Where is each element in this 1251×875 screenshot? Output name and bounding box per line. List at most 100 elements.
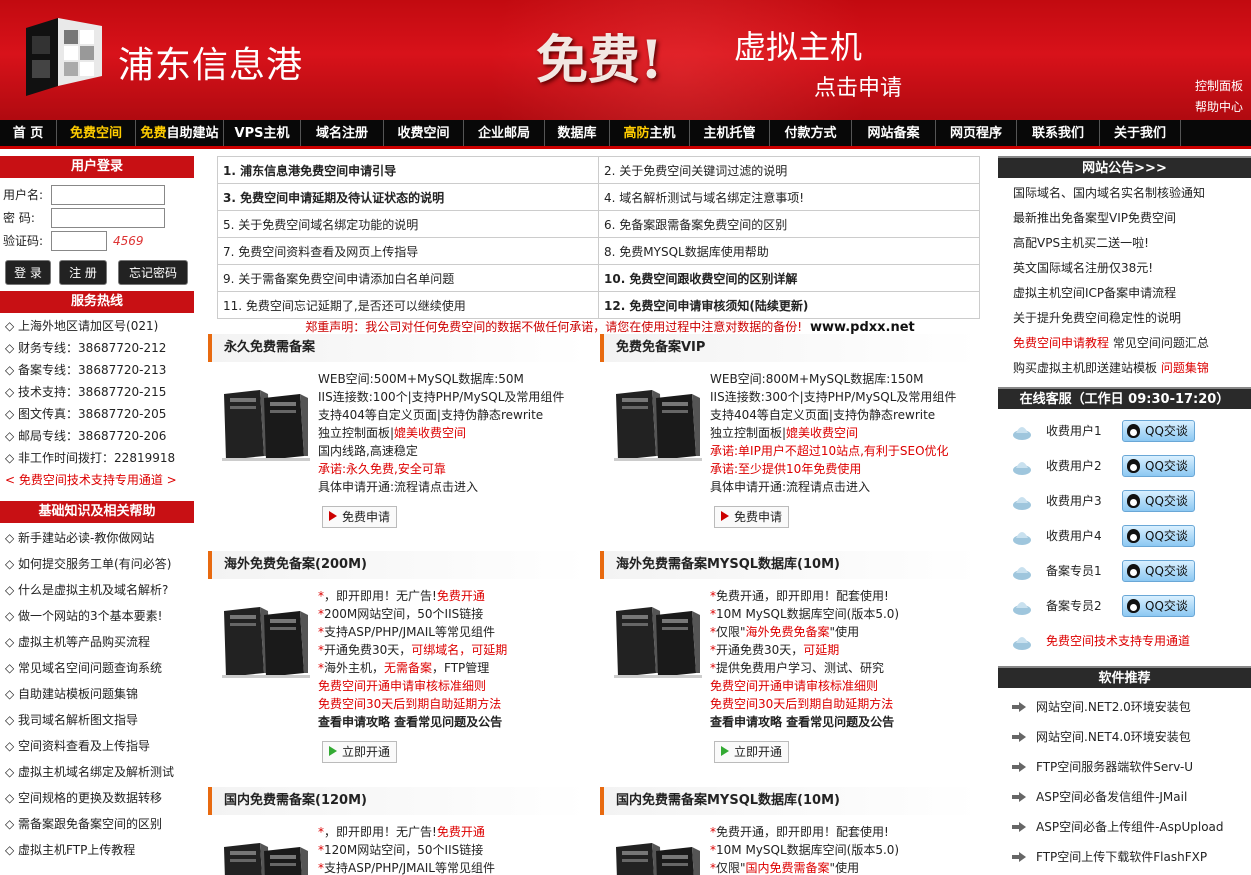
captcha-image[interactable]: 4569 (113, 234, 144, 248)
knowledge-item[interactable]: ◇ 虚拟主机域名绑定及解析测试 (5, 759, 194, 785)
username-input[interactable] (51, 184, 165, 205)
announcement-item[interactable]: 英文国际域名注册仅38元! (1013, 256, 1251, 281)
plan-apply-button[interactable]: 免费申请 (322, 506, 398, 528)
plan-title[interactable]: 海外免费需备案MYSQL数据库(10M) (600, 551, 980, 579)
nav-item[interactable]: 网站备案 (852, 120, 936, 146)
plan-feature: *120M网站空间，50个IIS链接 (318, 841, 588, 859)
promo-apply-link[interactable]: 点击申请 (814, 70, 902, 102)
qq-chat-label: QQ交谈 (1145, 599, 1188, 613)
software-item[interactable]: 网站空间.NET2.0环境安装包 (1012, 692, 1251, 722)
nav-item[interactable]: 数据库 (545, 120, 610, 146)
software-item[interactable]: ASP空间必备发信组件-JMail (1012, 782, 1251, 812)
arrow-right-icon (1012, 792, 1026, 802)
plan-title[interactable]: 免费免备案VIP (600, 334, 980, 362)
software-label: FTP空间上传下载软件FlashFXP (1036, 850, 1208, 864)
software-item[interactable]: ASP空间必备上传组件-AspUpload (1012, 812, 1251, 842)
announcement-title: 网站公告>>> (998, 156, 1251, 178)
service-item: ◇ 非工作时间拨打：22819918 (5, 451, 176, 465)
plan-feature: 承诺:至少提供10年免费使用 (710, 460, 980, 478)
plan-apply-button[interactable]: 立即开通 (714, 741, 790, 763)
tech-support-channel-link[interactable]: < 免费空间技术支持专用通道 > (5, 469, 194, 491)
plan-feature: 免费空间30天后到期自助延期方法 (318, 695, 588, 713)
nav-item[interactable]: 联系我们 (1017, 120, 1100, 146)
qq-chat-button[interactable]: QQ交谈 (1122, 594, 1195, 617)
nav-item[interactable]: VPS主机 (224, 120, 301, 146)
knowledge-item[interactable]: ◇ 如何提交服务工单(有问必答) (5, 551, 194, 577)
software-item[interactable]: 网站空间.NET4.0环境安装包 (1012, 722, 1251, 752)
support-agent-label: 收费用户2 (1046, 459, 1102, 473)
feature-text: 独立控制面板| (710, 426, 787, 440)
register-button[interactable]: 注 册 (59, 260, 107, 285)
login-button[interactable]: 登 录 (5, 260, 51, 285)
plan-title[interactable]: 国内免费需备案(120M) (208, 787, 588, 815)
nav-item[interactable]: 免费空间 (57, 120, 136, 146)
support-channel-row: 免费空间技术支持专用通道 (1012, 623, 1251, 658)
knowledge-item[interactable]: ◇ 空间规格的更换及数据转移 (5, 785, 194, 811)
announcement-item[interactable]: 关于提升免费空间稳定性的说明 (1013, 306, 1251, 331)
feature-text: ，即开即用！无广告! (324, 825, 437, 839)
guide-links[interactable]: 查看申请攻略 查看常见问题及公告 (318, 715, 502, 729)
qq-chat-button[interactable]: QQ交谈 (1122, 524, 1195, 547)
guide-links[interactable]: 查看申请攻略 查看常见问题及公告 (710, 715, 894, 729)
knowledge-item[interactable]: ◇ 新手建站必读-教你做网站 (5, 525, 194, 551)
server-icon (224, 843, 308, 875)
support-agent-icon (1013, 461, 1031, 475)
announcement-item[interactable]: 虚拟主机空间ICP备案申请流程 (1013, 281, 1251, 306)
nav-item[interactable]: 免费自助建站 (136, 120, 224, 146)
software-item[interactable]: FTP空间上传下载软件FlashFXP (1012, 842, 1251, 872)
knowledge-item[interactable]: ◇ 虚拟主机FTP上传教程 (5, 837, 194, 863)
feature-text: 10M MySQL数据库空间(版本5.0) (716, 607, 900, 621)
nav-item-label: VPS主机 (234, 126, 290, 141)
knowledge-item[interactable]: ◇ 需备案跟免备案空间的区别 (5, 811, 194, 837)
qq-chat-button[interactable]: QQ交谈 (1122, 454, 1195, 477)
nav-item[interactable]: 首 页 (0, 120, 57, 146)
knowledge-item[interactable]: ◇ 常见域名空间问题查询系统 (5, 655, 194, 681)
promo-host-text[interactable]: 虚拟主机 (734, 22, 862, 68)
captcha-input[interactable] (51, 230, 107, 251)
announcement-item[interactable]: 高配VPS主机买二送一啦! (1013, 231, 1251, 256)
support-row: 收费用户2 QQ交谈 (1012, 448, 1251, 483)
help-center-link[interactable]: 帮助中心 (1195, 97, 1243, 118)
password-input[interactable] (51, 207, 165, 228)
nav-item[interactable]: 关于我们 (1100, 120, 1181, 146)
plan-title[interactable]: 永久免费需备案 (208, 334, 588, 362)
nav-item[interactable]: 网页程序 (936, 120, 1017, 146)
knowledge-item[interactable]: ◇ 我司域名解析图文指导 (5, 707, 194, 733)
nav-item[interactable]: 高防主机 (610, 120, 690, 146)
control-panel-link[interactable]: 控制面板 (1195, 76, 1243, 97)
nav-item[interactable]: 主机托管 (690, 120, 770, 146)
nav-item[interactable]: 收费空间 (384, 120, 464, 146)
announcement-item[interactable]: 购买虚拟主机即送建站模板 问题集锦 (1013, 356, 1251, 381)
qq-chat-button[interactable]: QQ交谈 (1122, 489, 1195, 512)
plan-apply-button[interactable]: 免费申请 (714, 506, 790, 528)
knowledge-item[interactable]: ◇ 做一个网站的3个基本要素! (5, 603, 194, 629)
nav-item-label: 域名注册 (315, 126, 368, 141)
nav-item[interactable]: 企业邮局 (464, 120, 545, 146)
support-channel-link[interactable]: 免费空间技术支持专用通道 (1046, 632, 1190, 649)
software-item[interactable]: FTP空间服务器端软件Serv-U (1012, 752, 1251, 782)
nav-item[interactable]: 域名注册 (301, 120, 384, 146)
announcement-item[interactable]: 免费空间申请教程 常见空间问题汇总 (1013, 331, 1251, 356)
knowledge-item[interactable]: ◇ 空间资料查看及上传指导 (5, 733, 194, 759)
plan-title[interactable]: 海外免费免备案(200M) (208, 551, 588, 579)
plan-feature: *仅限"海外免费免备案"使用 (710, 623, 980, 641)
knowledge-item[interactable]: ◇ 虚拟主机等产品购买流程 (5, 629, 194, 655)
software-label: ASP空间必备上传组件-AspUpload (1036, 820, 1224, 834)
promo-free-text[interactable]: 免费! (536, 18, 663, 93)
knowledge-item[interactable]: ◇ 什么是虚拟主机及域名解析? (5, 577, 194, 603)
forgot-password-button[interactable]: 忘记密码 (118, 260, 188, 285)
announcement-item[interactable]: 最新推出免备案型VIP免费空间 (1013, 206, 1251, 231)
plan-title[interactable]: 国内免费需备案MYSQL数据库(10M) (600, 787, 980, 815)
plan-feature: *支持ASP/PHP/JMAIL等常见组件 (318, 623, 588, 641)
support-agent-icon (1013, 566, 1031, 580)
knowledge-title: 基础知识及相关帮助 (0, 501, 194, 523)
announcement-item[interactable]: 国际域名、国内域名实名制核验通知 (1013, 181, 1251, 206)
right-sidebar: 网站公告>>> 国际域名、国内域名实名制核验通知 最新推出免备案型VIP免费空间高… (998, 156, 1251, 872)
plan-apply-button[interactable]: 立即开通 (322, 741, 398, 763)
arrow-icon (721, 746, 729, 756)
qq-chat-button[interactable]: QQ交谈 (1122, 419, 1195, 442)
knowledge-item[interactable]: ◇ 自助建站模板问题集锦 (5, 681, 194, 707)
nav-item[interactable]: 付款方式 (770, 120, 852, 146)
feature-highlight: 免费空间30天后到期自助延期方法 (318, 697, 502, 711)
qq-chat-button[interactable]: QQ交谈 (1122, 559, 1195, 582)
